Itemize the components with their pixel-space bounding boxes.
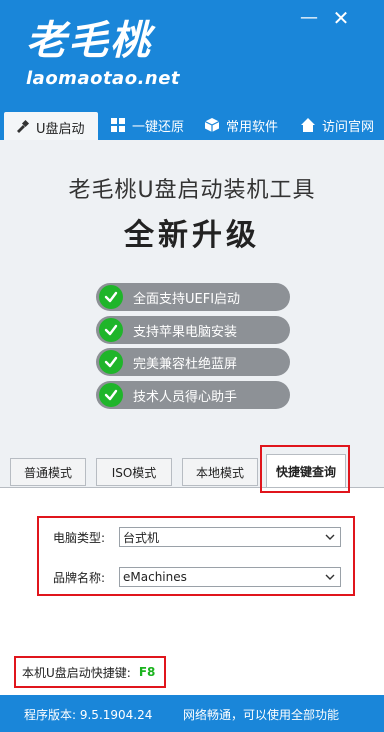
check-icon (99, 383, 123, 407)
computer-type-select[interactable]: 台式机 (119, 527, 341, 547)
nav-one-key-restore-label: 一键还原 (132, 119, 185, 135)
hero-subtitle: 全新升级 (124, 218, 260, 253)
feature-item: 全面支持UEFI启动 (96, 283, 290, 311)
tab-normal-mode[interactable]: 普通模式 (10, 458, 86, 486)
nav-visit-website[interactable]: 访问官网 (300, 110, 374, 140)
feature-item: 技术人员得心助手 (96, 381, 290, 409)
nav-common-software[interactable]: 常用软件 (204, 110, 278, 140)
check-icon (99, 318, 123, 342)
header-bar: 老毛桃 laomaotao.net — ✕ U盘启动 一键还原 常用软件 访问官… (0, 0, 384, 142)
computer-type-row: 电脑类型: 台式机 (53, 527, 341, 547)
nav-usb-boot-label: U盘启动 (36, 121, 85, 137)
feature-item: 支持苹果电脑安装 (96, 316, 290, 344)
main-nav: U盘启动 一键还原 常用软件 访问官网 (0, 108, 384, 142)
windows-icon (110, 117, 126, 133)
close-button[interactable]: ✕ (330, 8, 352, 28)
computer-type-value: 台式机 (123, 530, 160, 545)
hotkey-label: 本机U盘启动快捷键: (22, 665, 131, 680)
nav-usb-boot[interactable]: U盘启动 (4, 112, 98, 142)
check-icon (99, 350, 123, 374)
brand-label: 品牌名称: (53, 570, 106, 585)
tab-hotkey-query[interactable]: 快捷键查询 (266, 454, 346, 488)
network-status-text: 网络畅通，可以使用全部功能 (183, 708, 340, 722)
hotkey-result: 本机U盘启动快捷键: F8 (14, 656, 166, 688)
hero-title: 老毛桃U盘启动装机工具 (68, 178, 316, 203)
hero-section: 老毛桃U盘启动装机工具 全新升级 全面支持UEFI启动 支持苹果电脑安装 完美兼… (0, 140, 384, 440)
version-text: 程序版本: 9.5.1904.24 (24, 708, 153, 722)
logo: 老毛桃 laomaotao.net (26, 17, 181, 90)
brand-row: 品牌名称: eMachines (53, 567, 341, 587)
check-icon (99, 285, 123, 309)
logo-url: laomaotao.net (26, 68, 181, 89)
home-icon (300, 117, 316, 133)
computer-selection-group: 电脑类型: 台式机 品牌名称: eMachines (37, 516, 355, 596)
nav-visit-website-label: 访问官网 (322, 119, 375, 135)
tab-local-mode[interactable]: 本地模式 (182, 458, 258, 486)
feature-label: 全面支持UEFI启动 (133, 291, 241, 307)
hotkey-query-panel: 电脑类型: 台式机 品牌名称: eMachines 本机U盘启动快捷键: F8 (0, 487, 384, 695)
brand-select[interactable]: eMachines (119, 567, 341, 587)
usb-icon (14, 119, 30, 135)
brand-value: eMachines (123, 570, 187, 584)
minimize-button[interactable]: — (298, 8, 320, 28)
chevron-down-icon (325, 574, 335, 580)
computer-type-label: 电脑类型: (53, 530, 106, 545)
status-bar: 程序版本: 9.5.1904.24 网络畅通，可以使用全部功能 (0, 695, 384, 732)
nav-common-software-label: 常用软件 (226, 119, 279, 135)
box-icon (204, 117, 220, 133)
feature-label: 完美兼容杜绝蓝屏 (133, 356, 238, 372)
feature-label: 支持苹果电脑安装 (133, 324, 238, 340)
mode-tabs: 普通模式 ISO模式 本地模式 快捷键查询 (0, 440, 384, 488)
hotkey-value: F8 (138, 665, 156, 679)
nav-one-key-restore[interactable]: 一键还原 (110, 110, 184, 140)
feature-label: 技术人员得心助手 (133, 389, 238, 405)
tab-iso-mode[interactable]: ISO模式 (96, 458, 172, 486)
feature-item: 完美兼容杜绝蓝屏 (96, 348, 290, 376)
chevron-down-icon (325, 534, 335, 540)
logo-chinese: 老毛桃 (26, 17, 152, 64)
